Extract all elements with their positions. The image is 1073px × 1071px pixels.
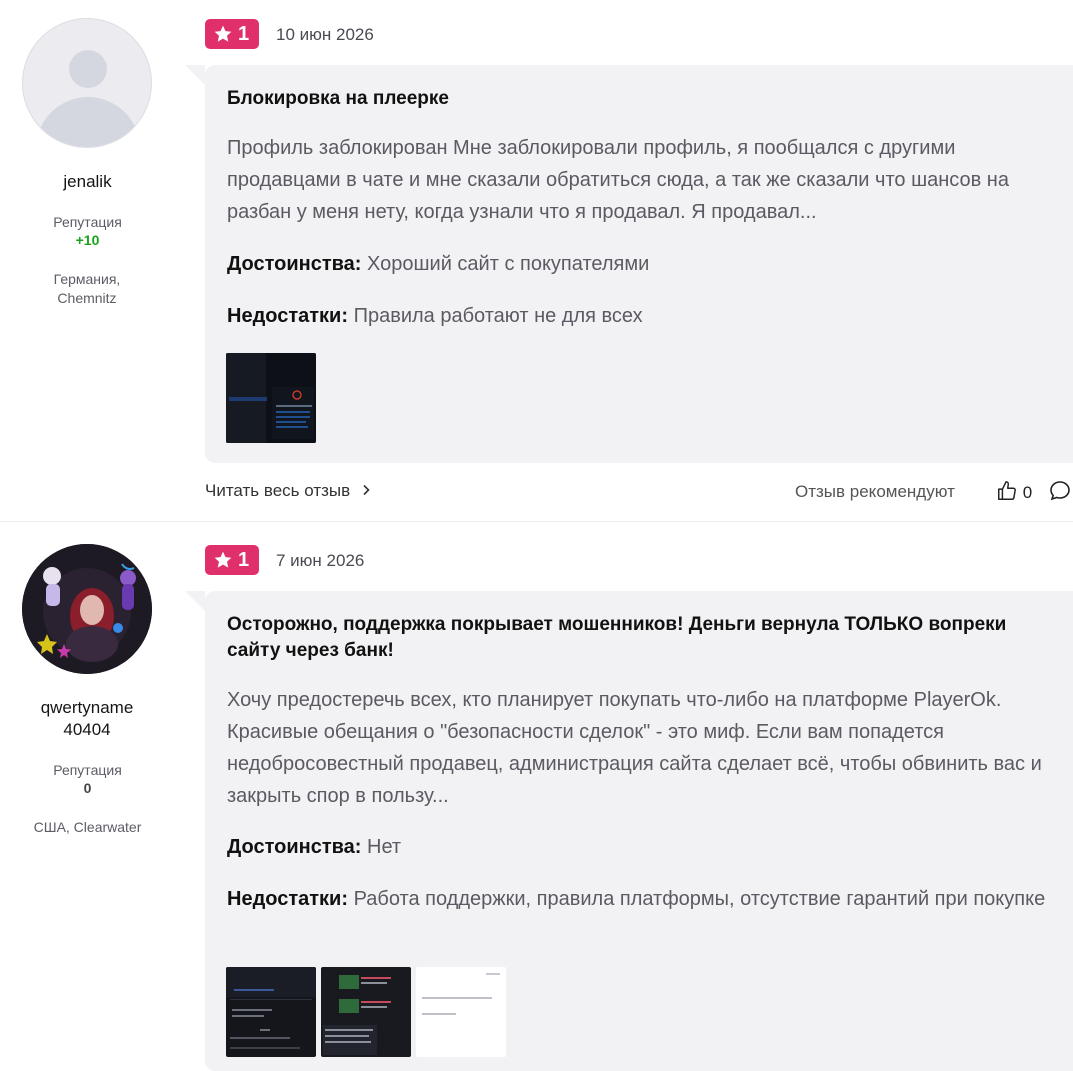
pros-text: Нет xyxy=(367,836,402,858)
review-date: 10 июн 2026 xyxy=(276,25,374,44)
review-body: Блокировка на плеерке Профиль заблокиров… xyxy=(205,65,1073,463)
pros-label: Достоинства: xyxy=(227,836,362,858)
reputation-label: Репутация xyxy=(53,214,122,230)
read-full-review-link[interactable]: Читать весь отзыв xyxy=(205,481,371,501)
review-photo-thumbnail[interactable] xyxy=(321,967,411,1057)
review-photo-thumbnail[interactable] xyxy=(226,353,316,443)
user-photo-avatar[interactable] xyxy=(22,544,152,674)
read-more-label: Читать весь отзыв xyxy=(205,481,351,500)
star-icon xyxy=(214,25,232,42)
review-card: qwertyname 40404 Репутация 0 США, Clearw… xyxy=(0,522,1073,1071)
review-title[interactable]: Блокировка на плеерке xyxy=(227,86,1053,112)
cons-block: Недостатки: Работа поддержки, правила пл… xyxy=(227,883,1053,915)
review-text: Профиль заблокирован Мне заблокировали п… xyxy=(227,137,1009,223)
rating-badge: 1 xyxy=(205,19,259,49)
pros-label: Достоинства: xyxy=(227,253,362,275)
cons-label: Недостатки: xyxy=(227,305,349,327)
review-title[interactable]: Осторожно, поддержка покрывает мошеннико… xyxy=(227,612,1053,664)
reputation-value: 0 xyxy=(83,780,92,796)
pros-block: Достоинства: Нет xyxy=(227,831,1053,863)
review-card: jenalik Репутация +10 Германия, Chemnitz… xyxy=(0,0,1073,521)
reputation-value: +10 xyxy=(75,232,100,248)
card-pointer xyxy=(185,65,205,85)
thumbs-up-icon xyxy=(998,481,1016,500)
card-pointer xyxy=(185,591,205,611)
cons-text: Работа поддержки, правила платформы, отс… xyxy=(353,888,1046,910)
author-name[interactable]: qwertyname 40404 xyxy=(22,697,152,741)
star-icon xyxy=(214,551,232,568)
default-user-avatar-icon[interactable] xyxy=(22,18,152,148)
chevron-right-icon xyxy=(363,484,370,496)
rating-value: 1 xyxy=(238,23,250,45)
rating-badge: 1 xyxy=(205,545,259,575)
like-count: 0 xyxy=(1022,483,1033,502)
review-photo-thumbnail[interactable] xyxy=(416,967,506,1057)
author-name[interactable]: jenalik xyxy=(0,171,175,193)
cons-text: Правила работают не для всех xyxy=(353,305,643,327)
review-text: Хочу предостеречь всех, кто планирует по… xyxy=(227,689,1042,807)
cons-block: Недостатки: Правила работают не для всех xyxy=(227,300,1053,332)
like-button[interactable]: 0 xyxy=(996,480,1032,503)
cons-label: Недостатки: xyxy=(227,888,349,910)
rating-value: 1 xyxy=(238,549,250,571)
recommend-label: Отзыв рекомендуют xyxy=(795,482,955,501)
review-photo-thumbnail[interactable] xyxy=(226,967,316,1057)
pros-block: Достоинства: Хороший сайт с покупателями xyxy=(227,248,1053,280)
review-date: 7 июн 2026 xyxy=(276,551,365,570)
author-location: Германия, Chemnitz xyxy=(53,271,121,306)
pros-text: Хороший сайт с покупателями xyxy=(367,253,650,275)
comment-icon[interactable] xyxy=(1048,479,1072,503)
author-location: США, Clearwater xyxy=(33,819,142,835)
review-body: Осторожно, поддержка покрывает мошеннико… xyxy=(205,591,1073,1071)
reputation-label: Репутация xyxy=(53,762,122,778)
